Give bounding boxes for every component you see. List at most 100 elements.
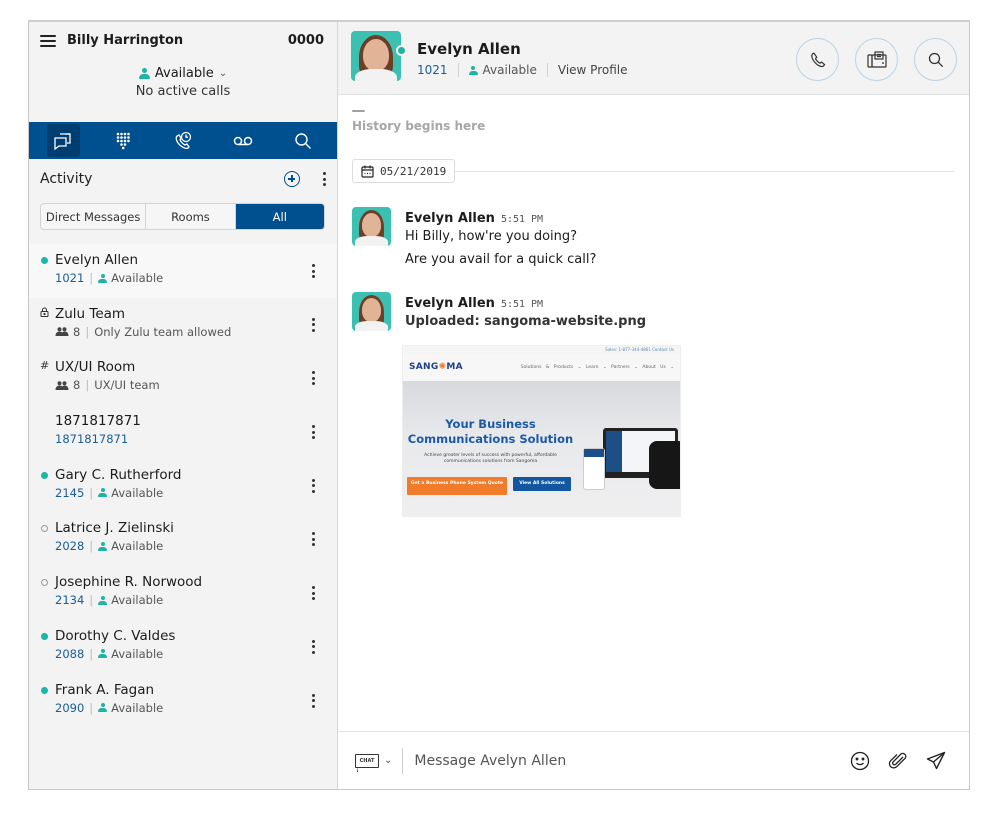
more-options-icon[interactable]	[311, 586, 315, 601]
more-options-icon[interactable]	[311, 371, 315, 386]
person-icon	[98, 649, 108, 659]
contact-name: Dorothy C. Valdes	[55, 627, 176, 644]
more-options-icon[interactable]	[311, 478, 315, 493]
contact-presence: Available	[111, 700, 164, 715]
message-avatar[interactable]	[352, 292, 391, 331]
person-icon	[98, 703, 108, 712]
call-button[interactable]	[796, 38, 839, 81]
chat-contact-name: Evelyn Allen	[417, 40, 521, 58]
mobile-image	[583, 448, 605, 490]
menu-icon[interactable]	[40, 35, 56, 47]
calendar-icon	[361, 165, 374, 178]
phone-icon	[810, 51, 825, 67]
chat-icon: CHAT	[355, 753, 379, 772]
contact-name: 1871817871	[55, 413, 141, 430]
desk-phone-button[interactable]	[855, 38, 898, 81]
user-name: Billy Harrington	[67, 33, 184, 48]
preview-nav: Solutions & Products ⌄ Learn ⌄ Partners …	[520, 365, 674, 370]
more-options-icon[interactable]	[311, 532, 315, 547]
more-options-icon[interactable]	[311, 425, 315, 440]
room-name: UX/UI Room	[55, 359, 136, 376]
chat-mode-dropdown[interactable]: CHAT ⌄	[355, 753, 393, 772]
search-icon	[295, 132, 311, 149]
preview-top-bar: Sales: 1-877-344-4861 Contact Us	[605, 347, 674, 352]
nav-voicemail[interactable]	[227, 124, 260, 157]
message-avatar[interactable]	[352, 207, 391, 246]
chat-contact-presence: Available	[482, 63, 537, 77]
add-icon[interactable]	[284, 171, 300, 187]
nav-messages[interactable]	[46, 124, 80, 157]
more-options-icon[interactable]	[311, 264, 315, 278]
room-member-count: 8	[73, 378, 81, 393]
contact-presence: Available	[111, 539, 164, 554]
nav-dialpad[interactable]	[107, 124, 140, 157]
message-author: Evelyn Allen	[405, 211, 495, 226]
contact-presence: Available	[111, 271, 164, 285]
nav-call-history[interactable]	[167, 124, 200, 157]
tab-direct-messages[interactable]: Direct Messages	[41, 204, 147, 229]
search-messages-button[interactable]	[914, 38, 957, 81]
view-profile-link[interactable]: View Profile	[558, 63, 628, 77]
chevron-down-icon: ⌄	[218, 68, 228, 79]
presence-dropdown[interactable]: Available ⌄	[29, 66, 337, 81]
tab-all[interactable]: All	[235, 204, 324, 229]
activity-filter-tabs: Direct Messages Rooms All	[40, 203, 325, 230]
desk-phone-icon	[866, 50, 887, 68]
emoji-button[interactable]	[849, 750, 871, 772]
chevron-down-icon: ⌄	[384, 755, 393, 766]
contact-item[interactable]: Gary C. Rutherford 2145 | Available	[29, 459, 337, 513]
room-description: UX/UI team	[94, 378, 160, 393]
person-icon	[468, 65, 478, 75]
online-status-icon	[396, 45, 407, 56]
sangoma-logo: SANG✺MA	[409, 362, 463, 372]
user-header: Billy Harrington 0000 Available ⌄ No act…	[29, 22, 337, 122]
more-options-icon[interactable]	[322, 172, 326, 186]
send-button[interactable]	[925, 750, 947, 772]
nav-bar	[29, 122, 337, 159]
more-options-icon[interactable]	[311, 317, 315, 332]
upload-filename[interactable]: Uploaded: sangoma-website.png	[405, 314, 646, 329]
preview-cta-secondary: View All Solutions	[513, 477, 571, 491]
tab-rooms[interactable]: Rooms	[146, 204, 236, 229]
contact-presence: Available	[111, 646, 164, 661]
attach-button[interactable]	[887, 750, 909, 772]
contact-item[interactable]: Latrice J. Zielinski 2028 | Available	[29, 512, 337, 566]
more-options-icon[interactable]	[311, 639, 315, 654]
nav-search[interactable]	[287, 124, 320, 157]
date-divider: 05/21/2019	[352, 159, 954, 183]
contact-extension: 2028	[55, 539, 85, 554]
person-icon	[98, 273, 108, 283]
lock-icon	[40, 307, 49, 317]
contact-extension: 2145	[55, 485, 85, 500]
person-icon	[98, 541, 108, 551]
contact-item[interactable]: # UX/UI Room 8 | UX/UI team	[29, 351, 337, 405]
contact-item[interactable]: Zulu Team 8 | Only Zulu team allowed	[29, 298, 337, 352]
date-chip: 05/21/2019	[352, 159, 456, 183]
image-attachment-preview[interactable]: Sales: 1-877-344-4861 Contact Us SANG✺MA…	[402, 345, 681, 517]
online-status-icon	[41, 257, 48, 264]
chat-header: Evelyn Allen 1021 Available View Profile	[338, 22, 969, 95]
hash-icon: #	[40, 359, 50, 373]
offline-status-icon	[41, 579, 48, 587]
room-name: Zulu Team	[55, 305, 126, 322]
contact-item[interactable]: Dorothy C. Valdes 2088 | Available	[29, 620, 337, 674]
contact-presence: Available	[111, 485, 164, 500]
search-icon	[928, 52, 943, 67]
preview-headline: Your Business Communications Solution	[407, 417, 574, 446]
contact-presence: Available	[111, 593, 164, 608]
contact-item[interactable]: Josephine R. Norwood 2134 | Available	[29, 566, 337, 620]
person-icon	[98, 488, 108, 498]
people-icon	[55, 381, 69, 390]
call-history-icon	[175, 131, 192, 149]
more-options-icon[interactable]	[311, 693, 315, 708]
contact-item[interactable]: Frank A. Fagan 2090 | Available	[29, 674, 337, 728]
online-status-icon	[41, 471, 48, 479]
contact-item[interactable]: 1871817871 1871817871	[29, 405, 337, 459]
call-status: No active calls	[135, 84, 231, 99]
room-description: Only Zulu team allowed	[94, 324, 232, 339]
contact-avatar[interactable]	[351, 31, 401, 81]
contact-name: Gary C. Rutherford	[55, 466, 182, 483]
contact-item[interactable]: Evelyn Allen 1021 | Available	[29, 244, 337, 298]
message-input[interactable]	[414, 752, 849, 769]
online-status-icon	[41, 632, 48, 640]
